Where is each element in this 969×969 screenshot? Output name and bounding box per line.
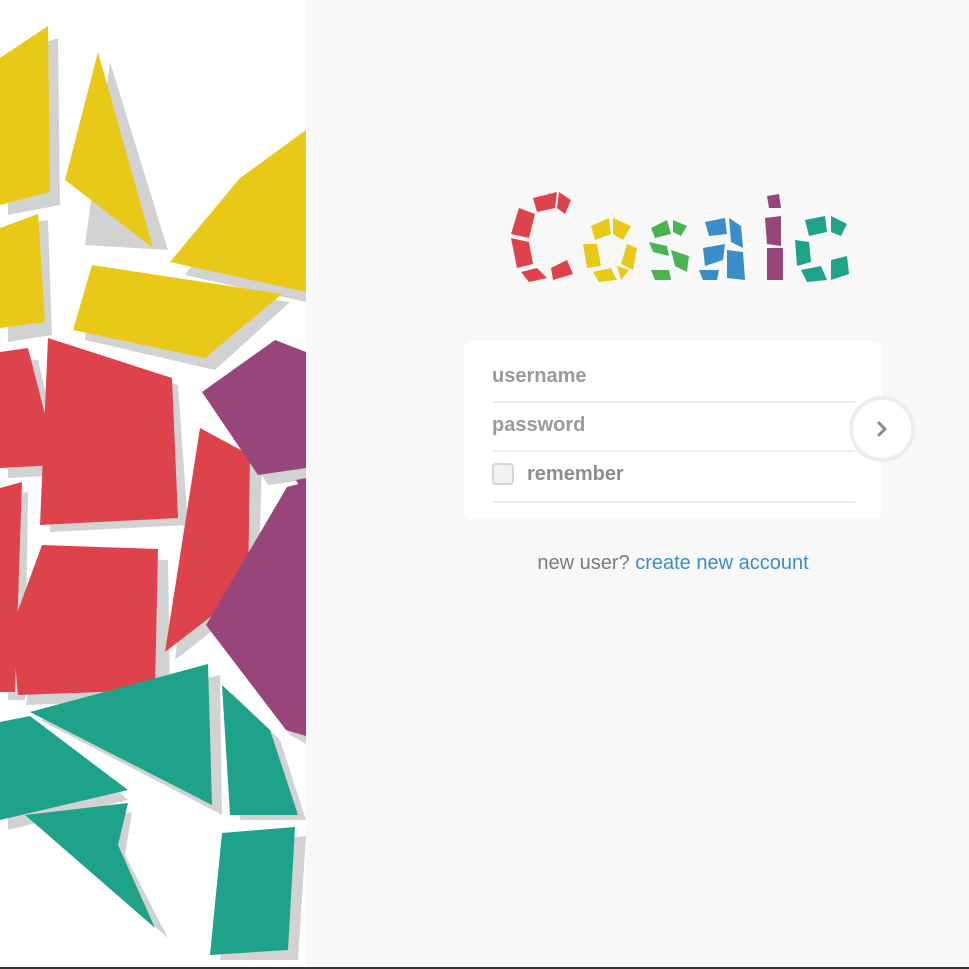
password-field-wrapper — [492, 410, 855, 452]
create-account-link[interactable]: create new account — [635, 552, 808, 574]
logo-art — [511, 192, 849, 282]
username-input[interactable] — [492, 361, 855, 391]
mosaic-art — [0, 26, 306, 960]
cosaic-logo — [505, 186, 855, 286]
signup-prompt-row: new user? create new account — [464, 552, 882, 575]
remember-label: remember — [527, 462, 624, 485]
login-form: remember — [464, 341, 882, 519]
remember-control: remember — [492, 459, 855, 489]
chevron-right-icon — [877, 421, 887, 437]
remember-checkbox[interactable] — [492, 463, 514, 485]
password-input[interactable] — [492, 410, 855, 440]
mosaic-decoration — [0, 0, 306, 969]
login-submit-button[interactable] — [849, 396, 915, 462]
login-page: remember new user? create new account — [0, 0, 969, 969]
username-field-wrapper — [492, 361, 855, 403]
signup-prompt-text: new user? — [537, 552, 630, 574]
remember-row: remember — [492, 459, 855, 503]
